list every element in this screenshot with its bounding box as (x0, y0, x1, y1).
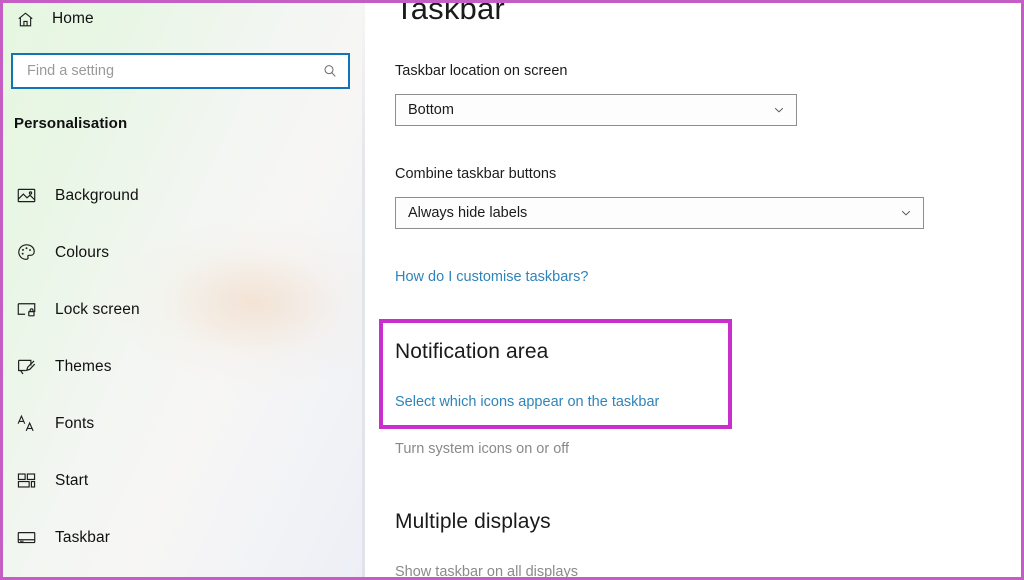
settings-window: Home Personalisation (0, 0, 1024, 580)
multiple-displays-heading: Multiple displays (395, 510, 551, 533)
chevron-down-icon (899, 206, 913, 220)
show-taskbar-all-displays-label: Show taskbar on all displays (395, 564, 578, 580)
lock-screen-icon (15, 299, 37, 321)
sidebar-item-fonts[interactable]: Fonts (11, 403, 347, 444)
image-icon (15, 185, 37, 207)
settings-content-pane: Taskbar Taskbar location on screen Botto… (365, 3, 1021, 577)
fonts-icon (15, 413, 37, 435)
taskbar-location-value: Bottom (408, 102, 454, 118)
select-icons-link[interactable]: Select which icons appear on the taskbar (395, 394, 659, 410)
taskbar-icon (15, 527, 37, 549)
sidebar-section-title: Personalisation (14, 115, 128, 132)
sidebar-item-lock-screen[interactable]: Lock screen (11, 289, 347, 330)
sidebar-item-taskbar[interactable]: Taskbar (11, 517, 347, 558)
search-input[interactable] (27, 63, 322, 79)
search-icon[interactable] (322, 63, 338, 79)
sidebar-item-lock-screen-label: Lock screen (55, 300, 140, 318)
sidebar-item-fonts-label: Fonts (55, 414, 95, 432)
chevron-down-icon (772, 103, 786, 117)
sidebar-item-themes-label: Themes (55, 357, 112, 375)
sidebar-item-background[interactable]: Background (11, 175, 347, 216)
sidebar-item-start[interactable]: Start (11, 460, 347, 501)
start-tiles-icon (15, 470, 37, 492)
turn-system-icons-link[interactable]: Turn system icons on or off (395, 441, 569, 457)
sidebar-item-colours-label: Colours (55, 243, 110, 261)
sidebar-item-background-label: Background (55, 186, 139, 204)
sidebar-item-colours[interactable]: Colours (11, 232, 347, 273)
notification-area-highlight-box (379, 319, 732, 429)
page-title: Taskbar (395, 0, 505, 26)
search-box[interactable] (11, 53, 350, 89)
sidebar-item-themes[interactable]: Themes (11, 346, 347, 387)
sidebar-item-home-label: Home (52, 10, 94, 27)
navigation-sidebar: Home Personalisation (3, 3, 365, 577)
sidebar-item-home[interactable]: Home (11, 3, 341, 35)
combine-buttons-dropdown[interactable]: Always hide labels (395, 197, 924, 229)
home-icon (15, 9, 35, 29)
combine-buttons-value: Always hide labels (408, 205, 528, 221)
customise-taskbars-link[interactable]: How do I customise taskbars? (395, 269, 588, 285)
sidebar-nav-list: Background Colours Lock screen Themes Fo… (11, 175, 347, 574)
brush-icon (15, 356, 37, 378)
taskbar-location-dropdown[interactable]: Bottom (395, 94, 797, 126)
notification-area-heading: Notification area (395, 340, 549, 363)
palette-icon (15, 242, 37, 264)
sidebar-item-start-label: Start (55, 471, 89, 489)
sidebar-item-taskbar-label: Taskbar (55, 528, 110, 546)
combine-buttons-label: Combine taskbar buttons (395, 166, 557, 182)
taskbar-location-label: Taskbar location on screen (395, 63, 568, 79)
